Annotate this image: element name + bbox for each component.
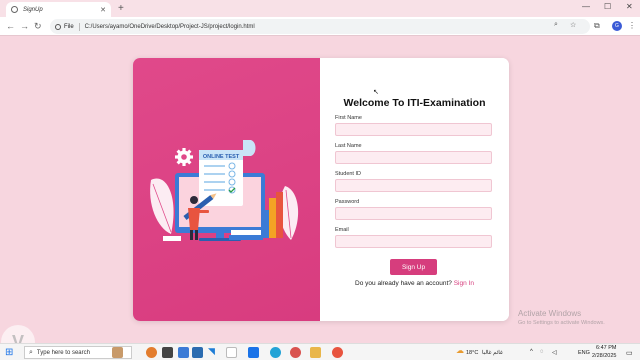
student-id-label: Student ID <box>335 171 361 177</box>
profile-avatar[interactable]: G <box>612 21 622 31</box>
email-input[interactable] <box>335 235 492 248</box>
weather-temp[interactable]: 18°C <box>466 350 478 356</box>
clock-time[interactable]: 6:47 PM <box>596 345 616 351</box>
watermark-line2: Go to Settings to activate Windows. <box>518 320 605 326</box>
browser-tab[interactable]: SignUp ✕ <box>6 2 111 17</box>
search-placeholder: Type here to search <box>36 349 90 356</box>
last-name-input[interactable] <box>335 151 492 164</box>
signup-button[interactable]: Sign Up <box>390 259 437 275</box>
menu-icon[interactable]: ⋮ <box>628 21 636 30</box>
notepad-icon[interactable] <box>226 347 237 358</box>
url-bar[interactable]: File C:/Users/ayamo/OneDrive/Desktop/Pro… <box>50 19 590 34</box>
back-icon[interactable]: ← <box>6 21 15 31</box>
gear-icon <box>175 148 193 166</box>
signin-link[interactable]: Sign In <box>454 280 474 287</box>
info-icon[interactable] <box>55 23 61 30</box>
student-id-input[interactable] <box>335 179 492 192</box>
password-input[interactable] <box>335 207 492 220</box>
reload-icon[interactable]: ↻ <box>34 21 42 32</box>
signup-form: Welcome To ITI-Examination First Name La… <box>320 58 509 321</box>
weather-icon[interactable]: ☁ <box>456 346 464 355</box>
close-tab-icon[interactable]: ✕ <box>100 6 106 14</box>
task-view-icon[interactable] <box>162 347 173 358</box>
tray-chevron-icon[interactable]: ^ <box>530 349 533 355</box>
leaf-left <box>150 178 174 234</box>
search-icon: ⌕ <box>29 348 33 356</box>
address-toolbar: ← → ↻ File C:/Users/ayamo/OneDrive/Deskt… <box>0 17 640 36</box>
app-icon[interactable] <box>290 347 301 358</box>
vscode-icon[interactable]: ◥ <box>208 346 215 357</box>
zoom-icon[interactable]: ⌕ <box>554 21 558 29</box>
weather-desc[interactable]: غائم غالبا <box>482 350 503 356</box>
tab-bar: SignUp ✕ + — ☐ ✕ <box>0 0 640 17</box>
forward-icon[interactable]: → <box>20 21 29 31</box>
extensions-icon[interactable]: ⧉ <box>594 21 600 31</box>
speaker-icon[interactable]: ◁ <box>552 349 557 356</box>
signup-card: ONLINE TEST Welcome To ITI-Examination F… <box>133 58 509 321</box>
bookmark-star-icon[interactable]: ☆ <box>570 21 576 29</box>
close-window-icon[interactable]: ✕ <box>626 2 633 11</box>
book <box>269 198 276 238</box>
illustration-panel: ONLINE TEST <box>133 58 320 321</box>
language-indicator[interactable]: ENG <box>578 350 590 356</box>
last-name-label: Last Name <box>335 143 362 149</box>
edge-icon[interactable] <box>270 347 281 358</box>
copilot-icon[interactable] <box>146 347 157 358</box>
url-text[interactable]: C:/Users/ayamo/OneDrive/Desktop/Project-… <box>85 24 255 30</box>
news-thumbnail-icon[interactable] <box>112 347 123 358</box>
file-chip: File <box>64 23 74 30</box>
notification-icon[interactable]: ▭ <box>626 349 633 357</box>
online-test-label: ONLINE TEST <box>203 154 240 160</box>
password-label: Password <box>335 199 360 205</box>
minimize-icon[interactable]: — <box>582 2 590 11</box>
signin-prompt: Do you already have an account? Sign In <box>320 280 509 287</box>
first-name-label: First Name <box>335 115 362 121</box>
taskbar: ⊞ ⌕ Type here to search ◥ ☁ 18°C غائم غا… <box>0 343 640 360</box>
mouse-cursor-icon: ↖ <box>373 89 379 96</box>
chrome-icon[interactable] <box>332 347 343 358</box>
maximize-icon[interactable]: ☐ <box>604 2 611 11</box>
watermark-line1: Activate Windows <box>518 309 582 318</box>
clock-date[interactable]: 2/28/2025 <box>592 353 616 359</box>
first-name-input[interactable] <box>335 123 492 136</box>
activate-windows-watermark: Activate Windows Go to Settings to activ… <box>518 309 605 326</box>
signin-prompt-text: Do you already have an account? <box>355 280 452 287</box>
network-icon[interactable]: ◌ <box>540 349 544 355</box>
email-label: Email <box>335 227 349 233</box>
globe-icon <box>11 6 18 13</box>
divider <box>78 22 80 31</box>
online-test-illustration: ONLINE TEST <box>150 140 299 241</box>
windows-start-icon[interactable]: ⊞ <box>5 347 13 358</box>
tab-title: SignUp <box>23 6 43 13</box>
form-title: Welcome To ITI-Examination <box>343 97 486 109</box>
book <box>261 210 269 238</box>
book <box>276 192 283 238</box>
new-tab-button[interactable]: + <box>118 3 124 14</box>
file-explorer-icon[interactable] <box>192 347 203 358</box>
store-icon[interactable] <box>248 347 259 358</box>
folder-icon[interactable] <box>310 347 321 358</box>
widgets-icon[interactable] <box>178 347 189 358</box>
